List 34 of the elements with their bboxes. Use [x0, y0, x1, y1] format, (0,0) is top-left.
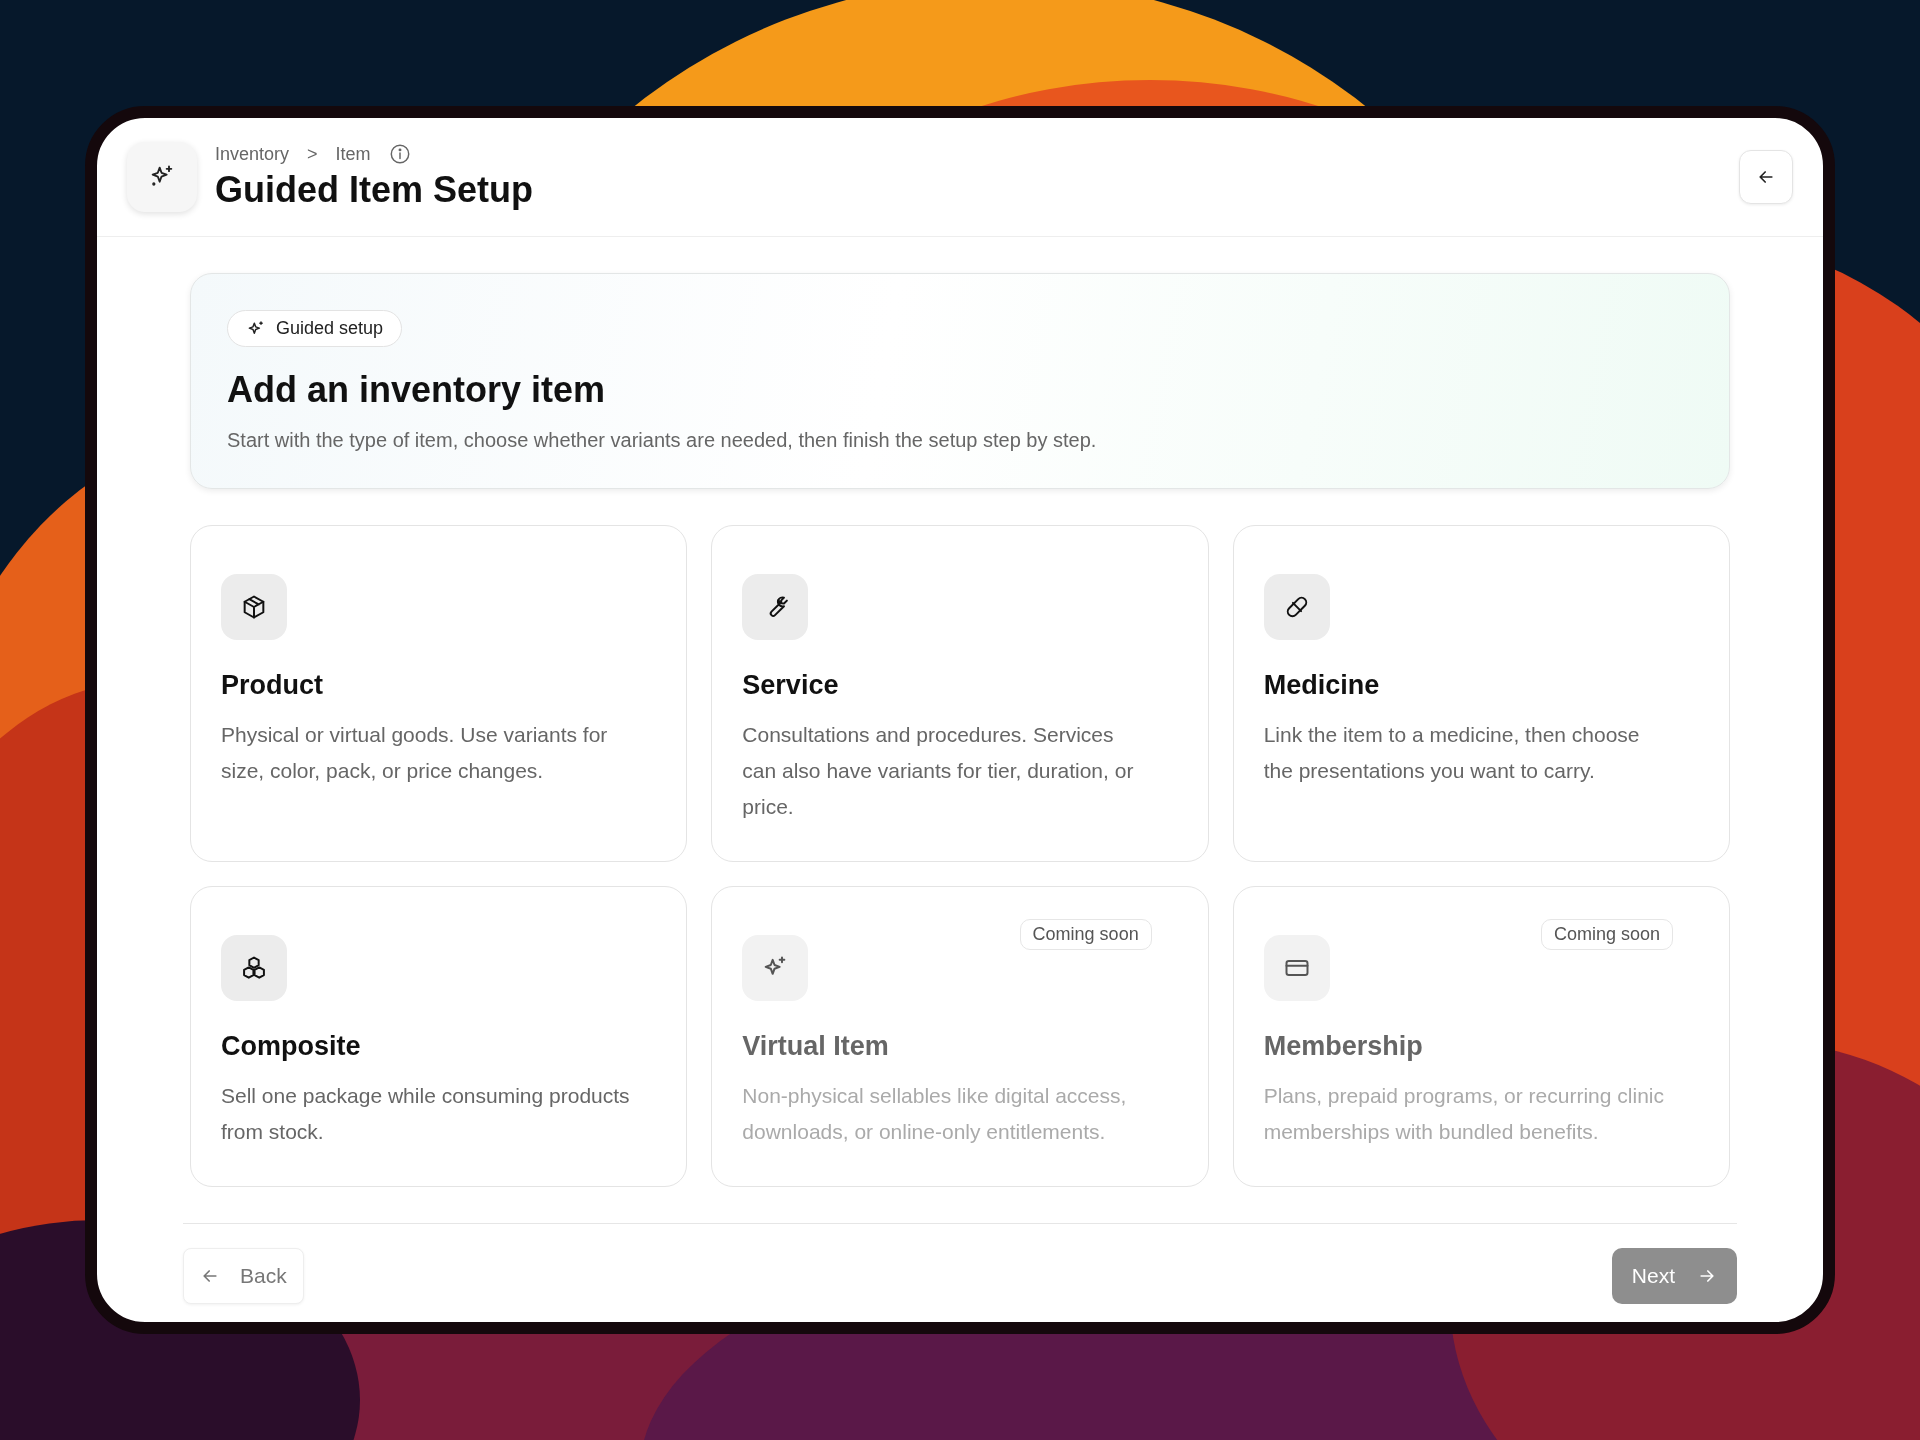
item-type-card[interactable]: Product Physical or virtual goods. Use variants for size, color, pack, or price changes.	[190, 525, 688, 862]
coming-soon-badge: Coming soon	[1540, 919, 1673, 950]
breadcrumb-link[interactable]: Item	[335, 143, 371, 165]
card-title: Medicine	[1263, 670, 1381, 701]
back-button[interactable]: Back	[183, 1248, 304, 1304]
cube-icon	[221, 574, 287, 640]
card-icon	[1263, 935, 1330, 1001]
cubes-icon	[221, 935, 287, 1001]
card-title: Virtual Item	[742, 1031, 890, 1062]
guided-setup-badge: Guided setup	[227, 310, 403, 347]
item-type-card[interactable]: Medicine Link the item to a medicine, then choose the presentations you want to carry.	[1232, 525, 1730, 862]
card-title: Membership	[1263, 1031, 1424, 1062]
item-type-card[interactable]: Service Consultations and procedures. Services can also have variants for tier, duration, or price.	[711, 525, 1209, 862]
pill-icon	[1263, 574, 1330, 640]
card-title: Service	[742, 670, 840, 701]
info-icon[interactable]	[388, 143, 411, 165]
section-description: Start with the type of item, choose whether variants are needed, then finish the setup step by step.	[227, 429, 1098, 452]
sparkles-icon	[127, 142, 197, 212]
card-title: Composite	[221, 1031, 362, 1062]
coming-soon-badge: Coming soon	[1019, 919, 1152, 950]
wrench-icon	[742, 574, 809, 640]
section-title: Add an inventory item	[227, 369, 607, 411]
sparkles-icon	[742, 935, 809, 1001]
item-type-card[interactable]: Composite Sell one package while consuming products from stock.	[190, 886, 688, 1187]
card-title: Product	[221, 670, 324, 701]
card-description: Plans, prepaid programs, or recurring clinic memberships with bundled benefits.	[1263, 1083, 1665, 1145]
card-description: Link the item to a medicine, then choose the presentations you want to carry.	[1263, 722, 1641, 784]
card-description: Non-physical sellables like digital access, downloads, or online-only entitlements.	[742, 1083, 1128, 1145]
card-description: Sell one package while consuming products from stock.	[221, 1083, 631, 1145]
breadcrumb-link[interactable]: Inventory	[215, 143, 290, 165]
page-title: Guided Item Setup	[215, 169, 535, 211]
card-description: Physical or virtual goods. Use variants for size, color, pack, or price changes.	[221, 722, 609, 784]
card-description: Consultations and procedures. Services can also have variants for tier, duration, or price.	[742, 722, 1135, 820]
breadcrumb-separator: >	[307, 143, 318, 165]
